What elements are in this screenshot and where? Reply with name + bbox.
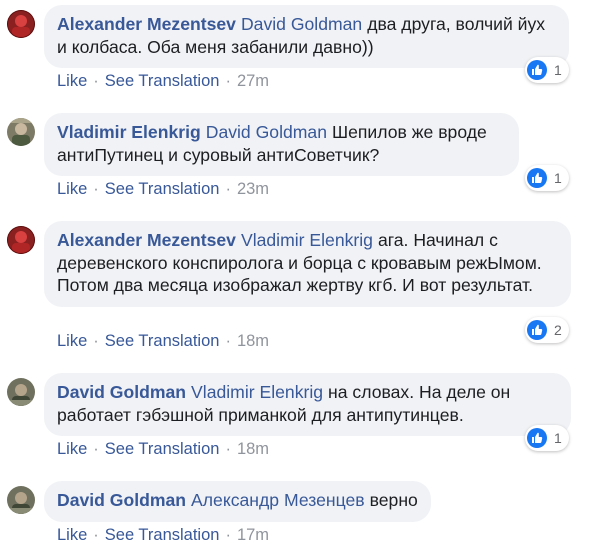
avatar[interactable] — [7, 378, 35, 406]
comment-author-link[interactable]: Alexander Mezentsev — [57, 230, 236, 250]
like-link[interactable]: Like — [57, 526, 87, 544]
timestamp[interactable]: 23m — [237, 180, 269, 198]
mention-link[interactable]: David Goldman — [206, 122, 327, 142]
timestamp[interactable]: 27m — [237, 72, 269, 90]
like-link[interactable]: Like — [57, 72, 87, 90]
comment-author-link[interactable]: David Goldman — [57, 382, 186, 402]
reaction-count-badge[interactable]: 1 — [525, 57, 569, 83]
avatar[interactable] — [7, 226, 35, 254]
separator: · — [225, 72, 231, 90]
mention-link[interactable]: David Goldman — [241, 14, 362, 34]
thumbs-up-icon — [527, 320, 547, 340]
separator: · — [225, 332, 231, 350]
reaction-count: 1 — [554, 430, 562, 446]
comment-actions: Like · See Translation · 17m — [57, 526, 269, 545]
avatar[interactable] — [7, 486, 35, 514]
mention-link[interactable]: Vladimir Elenkrig — [241, 230, 373, 250]
comment-author-link[interactable]: Vladimir Elenkrig — [57, 122, 201, 142]
avatar[interactable] — [7, 118, 35, 146]
see-translation-link[interactable]: See Translation — [105, 180, 220, 198]
see-translation-link[interactable]: See Translation — [105, 526, 220, 544]
thumbs-up-icon — [527, 60, 547, 80]
comment-bubble: Alexander Mezentsev David Goldman два друг… — [44, 5, 569, 68]
comment-bubble: David Goldman Vladimir Elenkrig на словах.… — [44, 373, 571, 436]
comment-bubble: David Goldman Александр Мезенцев верно — [44, 481, 431, 522]
mention-link[interactable]: Александр Мезенцев — [191, 490, 365, 510]
reaction-count-badge[interactable]: 1 — [525, 425, 569, 451]
comment-thread: Alexander Mezentsev David Goldman два друг… — [0, 0, 592, 556]
separator: · — [93, 180, 99, 198]
avatar[interactable] — [7, 10, 35, 38]
like-link[interactable]: Like — [57, 440, 87, 458]
comment-actions: Like · See Translation · 18m — [57, 440, 269, 459]
comment-author-link[interactable]: David Goldman — [57, 490, 186, 510]
see-translation-link[interactable]: See Translation — [105, 332, 220, 350]
separator: · — [93, 332, 99, 350]
timestamp[interactable]: 18m — [237, 332, 269, 350]
comment-author-link[interactable]: Alexander Mezentsev — [57, 14, 236, 34]
timestamp[interactable]: 17m — [237, 526, 269, 544]
like-link[interactable]: Like — [57, 180, 87, 198]
separator: · — [225, 526, 231, 544]
thumbs-up-icon — [527, 428, 547, 448]
comment-text: верно — [369, 490, 418, 510]
comment-actions: Like · See Translation · 27m — [57, 72, 269, 91]
reaction-count: 2 — [554, 322, 562, 338]
comment-bubble: Vladimir Elenkrig David Goldman Шепилов же… — [44, 113, 519, 176]
see-translation-link[interactable]: See Translation — [105, 440, 220, 458]
like-link[interactable]: Like — [57, 332, 87, 350]
see-translation-link[interactable]: See Translation — [105, 72, 220, 90]
comment-bubble: Alexander Mezentsev Vladimir Elenkrig ага.… — [44, 221, 571, 307]
separator: · — [93, 72, 99, 90]
thumbs-up-icon — [527, 168, 547, 188]
comment-actions: Like · See Translation · 18m — [57, 332, 269, 351]
separator: · — [225, 440, 231, 458]
reaction-count: 1 — [554, 170, 562, 186]
reaction-count-badge[interactable]: 1 — [525, 165, 569, 191]
timestamp[interactable]: 18m — [237, 440, 269, 458]
reaction-count-badge[interactable]: 2 — [525, 317, 569, 343]
separator: · — [93, 526, 99, 544]
comment-actions: Like · See Translation · 23m — [57, 180, 269, 199]
reaction-count: 1 — [554, 62, 562, 78]
separator: · — [93, 440, 99, 458]
mention-link[interactable]: Vladimir Elenkrig — [191, 382, 323, 402]
separator: · — [225, 180, 231, 198]
